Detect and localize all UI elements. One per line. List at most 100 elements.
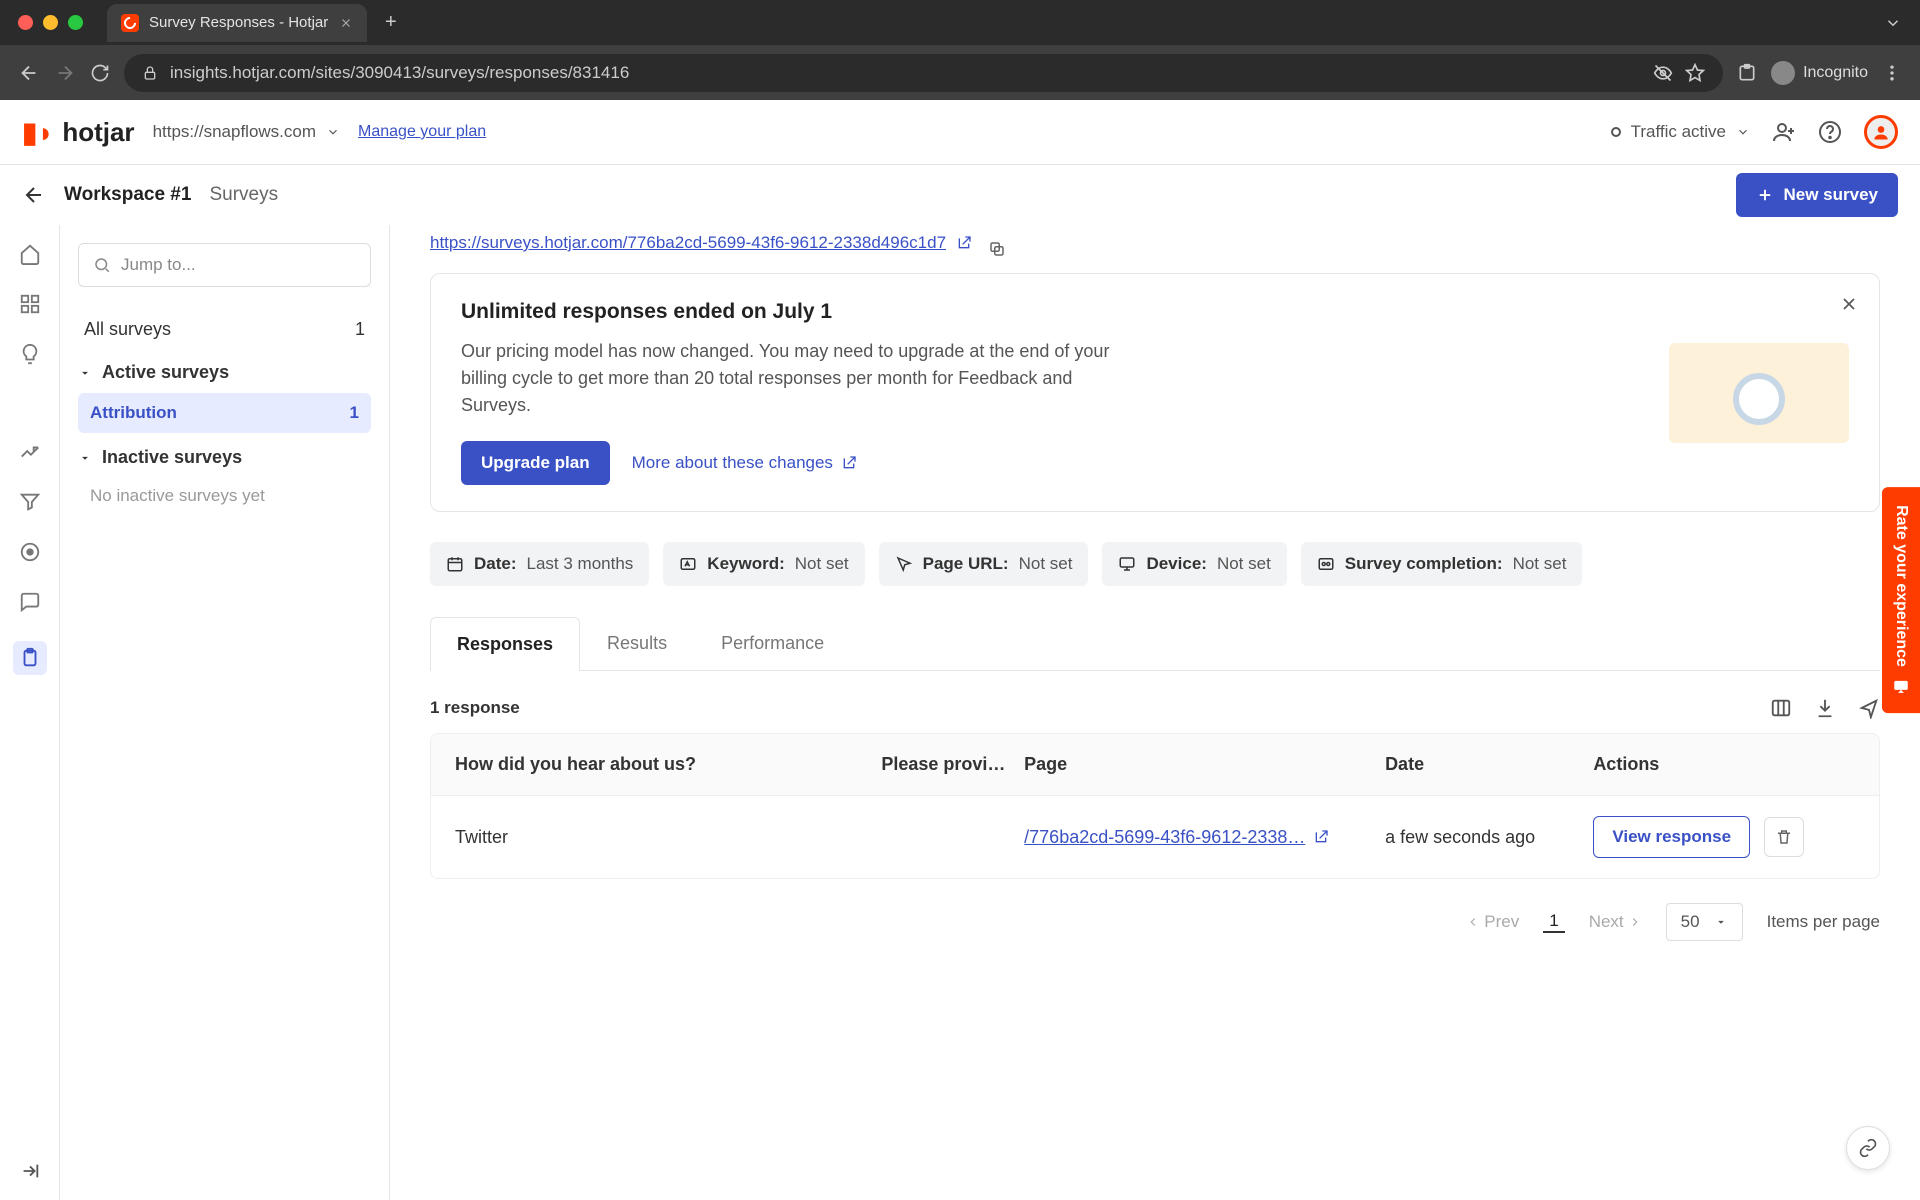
keyword-icon	[679, 555, 697, 573]
filter-value: Not set	[795, 554, 849, 574]
link-icon	[1858, 1138, 1878, 1158]
tab-performance[interactable]: Performance	[694, 616, 851, 670]
tab-results[interactable]: Results	[580, 616, 694, 670]
per-page-label: Items per page	[1767, 912, 1880, 932]
sidebar-all-surveys[interactable]: All surveys 1	[78, 311, 371, 348]
device-icon	[1118, 555, 1136, 573]
nav-funnels-icon[interactable]	[19, 491, 41, 513]
columns-button[interactable]	[1770, 697, 1792, 719]
sidebar-inactive-group[interactable]: Inactive surveys	[78, 433, 371, 478]
incognito-indicator[interactable]: Incognito	[1771, 61, 1868, 85]
nav-dashboard-icon[interactable]	[19, 293, 41, 315]
upgrade-plan-button[interactable]: Upgrade plan	[461, 441, 610, 485]
survey-public-link[interactable]: https://surveys.hotjar.com/776ba2cd-5699…	[430, 233, 972, 253]
logo[interactable]: ▮◗ hotjar	[22, 116, 135, 149]
close-window-icon[interactable]	[18, 15, 33, 30]
nav-feedback-icon[interactable]	[19, 591, 41, 613]
filter-label: Page URL:	[923, 554, 1009, 574]
nav-surveys-icon[interactable]	[13, 641, 47, 675]
new-survey-button[interactable]: New survey	[1736, 173, 1899, 217]
help-button[interactable]	[1818, 120, 1842, 144]
browser-tab[interactable]: Survey Responses - Hotjar	[107, 4, 367, 42]
window-controls[interactable]	[18, 15, 83, 30]
cursor-icon	[895, 555, 913, 573]
chevron-down-icon	[326, 125, 340, 139]
pager-next[interactable]: Next	[1589, 912, 1642, 932]
jump-placeholder: Jump to...	[121, 255, 196, 275]
filter-date[interactable]: Date: Last 3 months	[430, 542, 649, 586]
feedback-tab-label: Rate your experience	[1892, 505, 1910, 667]
nav-home-icon[interactable]	[19, 243, 41, 265]
delete-response-button[interactable]	[1764, 817, 1804, 857]
items-per-page-select[interactable]: 50	[1666, 903, 1743, 941]
avatar[interactable]	[1864, 115, 1898, 149]
star-icon[interactable]	[1685, 63, 1705, 83]
maximize-window-icon[interactable]	[68, 15, 83, 30]
traffic-status-label: Traffic active	[1631, 122, 1726, 142]
col-question-1: How did you hear about us?	[455, 754, 869, 775]
copy-link-fab[interactable]	[1846, 1126, 1890, 1170]
site-selector[interactable]: https://snapflows.com	[153, 122, 340, 142]
next-label: Next	[1589, 912, 1624, 932]
search-icon	[93, 256, 111, 274]
tabs-menu-icon[interactable]	[1884, 14, 1902, 32]
cell-page-link[interactable]: /776ba2cd-5699-43f6-9612-2338…	[1024, 827, 1373, 848]
share-button[interactable]	[1858, 697, 1880, 719]
filter-value: Not set	[1513, 554, 1567, 574]
chevron-down-icon	[78, 451, 92, 465]
filter-keyword[interactable]: Keyword: Not set	[663, 542, 864, 586]
incognito-label: Incognito	[1803, 64, 1868, 82]
new-tab-button[interactable]: +	[375, 11, 407, 34]
col-page: Page	[1024, 754, 1373, 775]
favicon-icon	[121, 14, 139, 32]
expand-sidebar-icon[interactable]	[19, 1160, 41, 1182]
notice-close-button[interactable]	[1839, 294, 1859, 314]
notice-body: Our pricing model has now changed. You m…	[461, 338, 1141, 419]
filter-page-url[interactable]: Page URL: Not set	[879, 542, 1089, 586]
more-about-changes-link[interactable]: More about these changes	[632, 453, 857, 473]
survey-link-text: https://surveys.hotjar.com/776ba2cd-5699…	[430, 233, 946, 253]
close-tab-icon[interactable]	[339, 16, 353, 30]
nav-highlights-icon[interactable]	[19, 343, 41, 365]
download-button[interactable]	[1814, 697, 1836, 719]
feedback-tab[interactable]: Rate your experience	[1882, 487, 1920, 713]
back-arrow[interactable]	[22, 183, 46, 207]
forward-button	[54, 62, 76, 84]
view-response-button[interactable]: View response	[1593, 816, 1750, 858]
menu-button[interactable]	[1882, 63, 1902, 83]
upgrade-notice: Unlimited responses ended on July 1 Our …	[430, 273, 1880, 512]
back-button[interactable]	[18, 62, 40, 84]
sidebar-item-attribution[interactable]: Attribution 1	[78, 393, 371, 433]
minimize-window-icon[interactable]	[43, 15, 58, 30]
jump-to-input[interactable]: Jump to...	[78, 243, 371, 287]
breadcrumb-surveys[interactable]: Surveys	[209, 184, 278, 206]
nav-trends-icon[interactable]	[19, 441, 41, 463]
workspace-name[interactable]: Workspace #1	[64, 184, 191, 206]
traffic-status[interactable]: Traffic active	[1611, 122, 1750, 142]
tab-responses[interactable]: Responses	[430, 617, 580, 671]
col-actions: Actions	[1593, 754, 1855, 775]
table-row: Twitter /776ba2cd-5699-43f6-9612-2338… a…	[431, 796, 1879, 878]
sidebar-active-group[interactable]: Active surveys	[78, 348, 371, 393]
external-link-icon	[956, 235, 972, 251]
filter-value: Not set	[1019, 554, 1073, 574]
reload-button[interactable]	[90, 63, 110, 83]
filter-device[interactable]: Device: Not set	[1102, 542, 1286, 586]
external-link-icon	[1313, 829, 1329, 845]
filter-completion[interactable]: Survey completion: Not set	[1301, 542, 1583, 586]
nav-recordings-icon[interactable]	[19, 541, 41, 563]
pager-prev[interactable]: Prev	[1466, 912, 1519, 932]
manage-plan-link[interactable]: Manage your plan	[358, 123, 486, 141]
new-survey-label: New survey	[1784, 185, 1879, 205]
more-link-label: More about these changes	[632, 453, 833, 473]
invite-user-button[interactable]	[1772, 120, 1796, 144]
feedback-icon	[1892, 677, 1910, 695]
sidebar-item-label: Attribution	[90, 403, 177, 423]
filter-label: Keyword:	[707, 554, 784, 574]
eye-off-icon[interactable]	[1653, 63, 1673, 83]
copy-link-button[interactable]	[988, 240, 1006, 258]
calendar-icon	[446, 555, 464, 573]
extensions-icon[interactable]	[1737, 63, 1757, 83]
chevron-right-icon	[1628, 915, 1642, 929]
address-bar[interactable]: insights.hotjar.com/sites/3090413/survey…	[124, 54, 1723, 92]
